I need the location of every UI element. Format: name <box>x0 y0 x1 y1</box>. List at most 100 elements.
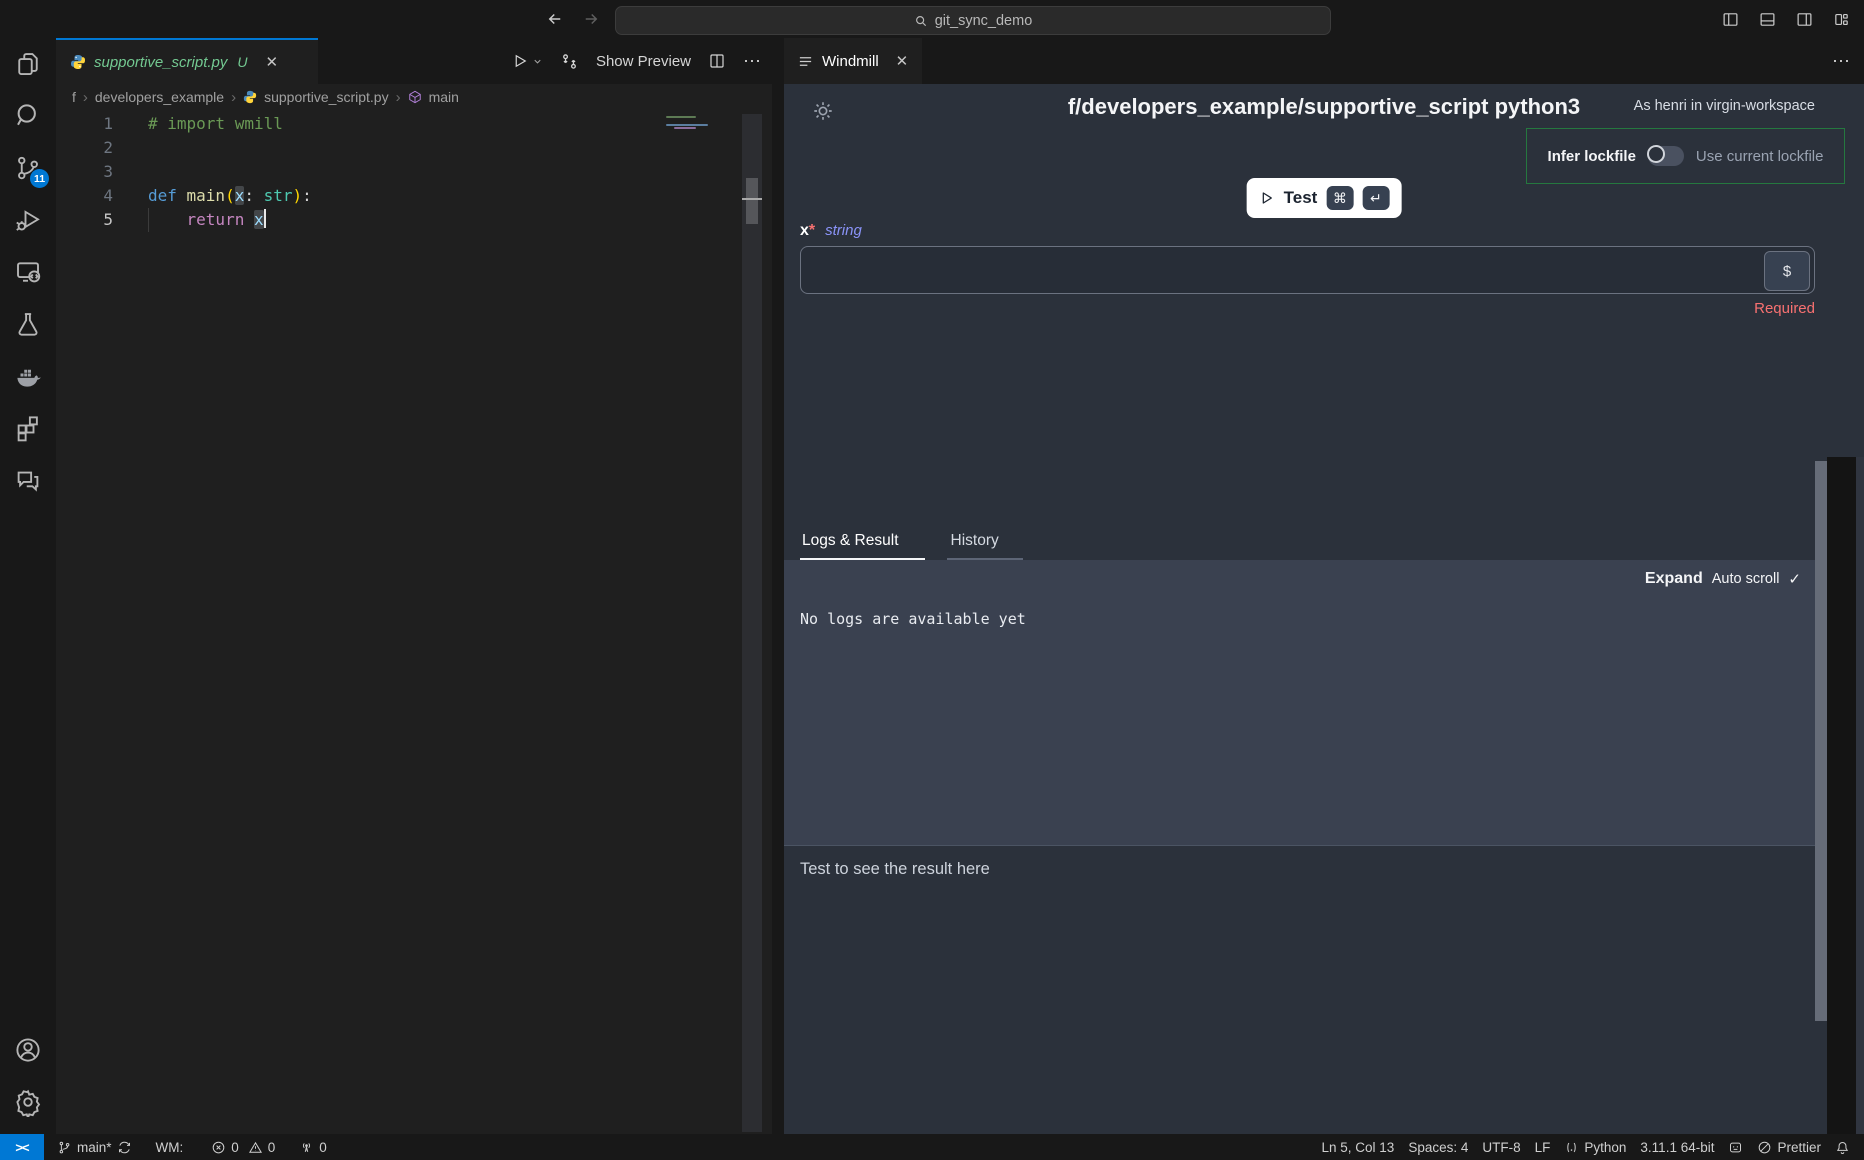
webview-scrollbar-track <box>1827 457 1856 1134</box>
forward-arrow-icon[interactable] <box>582 10 600 28</box>
enter-key-badge: ↵ <box>1362 186 1389 210</box>
settings-gear-icon[interactable] <box>0 1076 56 1128</box>
code-token: # import wmill <box>148 114 283 133</box>
split-editor-icon[interactable] <box>708 52 726 70</box>
indent-guide <box>148 208 149 232</box>
result-placeholder: Test to see the result here <box>800 860 990 879</box>
workspace-context: As henri in virgin-workspace <box>1634 98 1815 114</box>
account-icon[interactable] <box>0 1024 56 1076</box>
breadcrumb: f › developers_example › supportive_scri… <box>56 84 772 110</box>
required-star: * <box>809 222 815 239</box>
git-branch-status[interactable]: main* <box>50 1134 139 1160</box>
command-center-search[interactable]: git_sync_demo <box>615 6 1331 35</box>
tab-windmill[interactable]: Windmill ✕ <box>784 38 922 84</box>
test-button[interactable]: Test ⌘ ↵ <box>1247 178 1402 218</box>
tab-logs-result[interactable]: Logs & Result <box>800 532 925 560</box>
line-number: 2 <box>56 136 113 160</box>
minimap[interactable] <box>662 112 742 172</box>
breadcrumb-file[interactable]: supportive_script.py <box>264 89 389 105</box>
code-line: 4 def main(x: str): <box>56 184 772 208</box>
more-actions-icon[interactable]: ⋯ <box>1832 38 1850 84</box>
more-actions-icon[interactable]: ⋯ <box>743 51 762 72</box>
panel-tab-bar: Windmill ✕ ⋯ <box>784 38 1864 84</box>
radio-tower-icon <box>299 1140 314 1155</box>
language-status-icon <box>1564 1140 1579 1155</box>
problems-status[interactable]: 0 0 <box>204 1134 282 1160</box>
variable-picker-button[interactable]: $ <box>1764 251 1810 291</box>
cursor-position[interactable]: Ln 5, Col 13 <box>1315 1134 1402 1160</box>
branch-name: main* <box>77 1140 112 1155</box>
explorer-icon[interactable] <box>0 38 56 90</box>
windmill-panel-group: Windmill ✕ ⋯ f/developers_example/suppor… <box>784 38 1864 1134</box>
breadcrumb-root[interactable]: f <box>72 89 76 105</box>
editor-group: supportive_script.py U ✕ Show Preview <box>56 38 772 1134</box>
code-token: ( <box>225 186 235 205</box>
code-token: : <box>302 186 312 205</box>
infer-lockfile-label: Infer lockfile <box>1548 148 1636 165</box>
prettier-check-icon <box>1757 1140 1772 1155</box>
command-center-search-icon <box>914 14 928 28</box>
tab-history[interactable]: History <box>947 532 1023 560</box>
command-center-text: git_sync_demo <box>935 13 1033 29</box>
arg-name: x <box>800 222 809 239</box>
testing-icon[interactable] <box>0 298 56 350</box>
extensions-icon[interactable] <box>0 402 56 454</box>
run-python-button[interactable] <box>511 52 543 70</box>
close-tab-icon[interactable]: ✕ <box>896 52 909 70</box>
search-icon[interactable] <box>0 90 56 142</box>
docker-icon[interactable] <box>0 350 56 402</box>
tab-supportive-script[interactable]: supportive_script.py U ✕ <box>56 38 318 84</box>
run-debug-icon[interactable] <box>0 194 56 246</box>
formatter-status[interactable]: Prettier <box>1750 1134 1828 1160</box>
logs-empty-message: No logs are available yet <box>800 610 1026 628</box>
breadcrumb-symbol[interactable]: main <box>429 89 459 105</box>
lockfile-toggle[interactable] <box>1648 146 1684 166</box>
workbench-main: 11 <box>0 38 1864 1134</box>
logs-pane: Expand Auto scroll ✓ No logs are availab… <box>784 560 1815 845</box>
close-tab-icon[interactable]: ✕ <box>266 53 279 71</box>
notifications-bell-icon[interactable] <box>1828 1134 1852 1160</box>
eol-status[interactable]: LF <box>1528 1134 1558 1160</box>
line-number: 5 <box>56 208 113 232</box>
compare-changes-icon[interactable] <box>560 52 579 71</box>
result-pane: Test to see the result here <box>784 846 1815 1134</box>
result-tabs: Logs & Result History <box>784 524 1815 560</box>
test-button-label: Test <box>1284 188 1318 208</box>
webview-scrollbar-thumb[interactable] <box>1815 461 1827 1021</box>
activity-bar: 11 <box>0 38 56 1134</box>
toggle-primary-sidebar-icon[interactable] <box>1722 11 1739 28</box>
code-line: 5 return x <box>56 208 772 232</box>
ports-status[interactable]: 0 <box>292 1134 334 1160</box>
editor-scrollbar-thumb[interactable] <box>746 178 758 224</box>
source-control-icon[interactable]: 11 <box>0 142 56 194</box>
warning-count: 0 <box>268 1140 276 1155</box>
language-status[interactable]: Python <box>1557 1134 1633 1160</box>
status-bar: >< main* WM: 0 0 0 Ln 5, Col 13 Space <box>0 1134 1864 1160</box>
overview-ruler <box>742 114 762 1132</box>
encoding-status[interactable]: UTF-8 <box>1475 1134 1527 1160</box>
autoscroll-label[interactable]: Auto scroll <box>1712 571 1780 587</box>
python-interpreter-status[interactable]: 3.11.1 64-bit <box>1633 1134 1721 1160</box>
code-token: def <box>148 186 187 205</box>
python-file-icon <box>70 54 86 70</box>
show-preview-button[interactable]: Show Preview <box>596 53 691 70</box>
indentation-status[interactable]: Spaces: 4 <box>1401 1134 1475 1160</box>
arg-input[interactable] <box>800 246 1815 294</box>
remote-explorer-icon[interactable] <box>0 246 56 298</box>
breadcrumb-folder[interactable]: developers_example <box>95 89 224 105</box>
arg-field-label: x* string <box>800 222 862 240</box>
error-count: 0 <box>231 1140 239 1155</box>
back-arrow-icon[interactable] <box>546 10 564 28</box>
status-face-icon[interactable] <box>1721 1134 1750 1160</box>
expand-button[interactable]: Expand <box>1645 570 1703 588</box>
sync-icon[interactable] <box>117 1140 132 1155</box>
customize-layout-icon[interactable] <box>1833 11 1850 28</box>
windmill-webview: f/developers_example/supportive_script p… <box>784 84 1864 1134</box>
toggle-secondary-sidebar-icon[interactable] <box>1796 11 1813 28</box>
wm-label: WM: <box>156 1140 184 1155</box>
git-branch-icon <box>57 1140 72 1155</box>
comments-icon[interactable] <box>0 454 56 506</box>
windmill-status[interactable]: WM: <box>149 1134 191 1160</box>
remote-indicator[interactable]: >< <box>0 1134 44 1160</box>
toggle-panel-icon[interactable] <box>1759 11 1776 28</box>
